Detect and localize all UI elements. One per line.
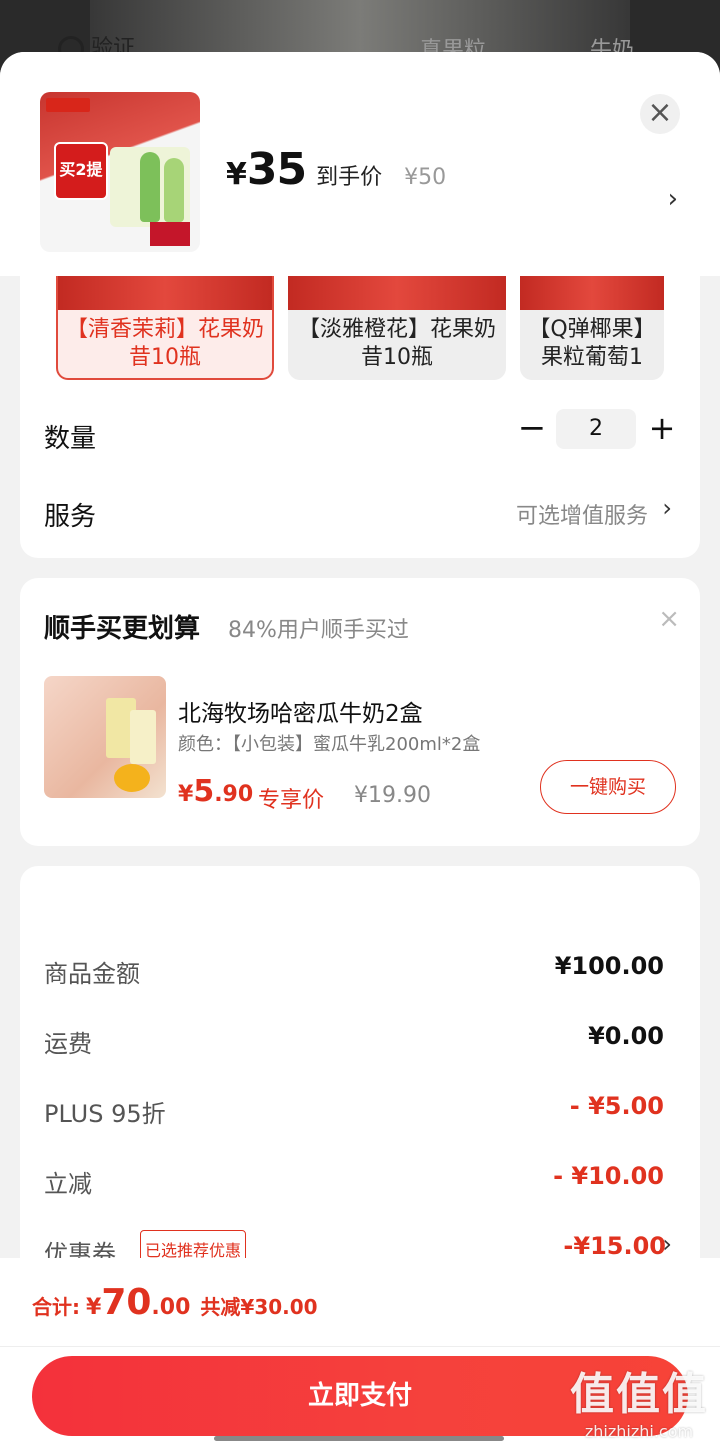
upsell-product-name[interactable]: 北海牧场哈密瓜牛奶2盒: [178, 694, 423, 728]
spec-option-label: 【Q弹椰果】果粒葡萄1: [528, 317, 656, 370]
sheet-header: 买2提 ¥ 35 到手价 ¥50 × ›: [0, 52, 720, 276]
summary-label: PLUS 95折: [44, 1100, 166, 1128]
total-currency: ¥: [86, 1295, 102, 1320]
upsell-price-tag: 专享价: [258, 788, 325, 813]
quantity-label: 数量: [44, 424, 97, 454]
summary-row-instant-discount: 立减 - ¥10.00: [44, 1160, 664, 1200]
upsell-price-integer: 5: [193, 774, 215, 809]
bottle-image: [164, 158, 184, 222]
upsell-product-spec: 颜色：【小包装】蜜瓜牛乳200ml*2盒: [178, 734, 481, 755]
spec-option-jasmine[interactable]: 【清香茉莉】花果奶昔10瓶: [56, 276, 274, 380]
spec-option-image: [520, 276, 664, 310]
spec-option-label: 【淡雅橙花】花果奶昔10瓶: [297, 317, 496, 370]
upsell-card: 顺手买更划算 84%用户顺手买过 × 北海牧场哈密瓜牛奶2盒 颜色：【小包装】蜜…: [20, 578, 700, 846]
summary-label: 立减: [44, 1170, 92, 1198]
upsell-close-button[interactable]: ×: [658, 604, 680, 634]
watermark: 值值值 zhizhizhi.com: [570, 1358, 708, 1441]
total-decimal: .00: [151, 1295, 191, 1320]
quantity-minus-button[interactable]: −: [516, 408, 548, 448]
upsell-product-image[interactable]: [44, 676, 166, 798]
summary-value: ¥0.00: [588, 1022, 664, 1050]
one-click-buy-button[interactable]: 一键购买: [540, 760, 676, 814]
gift-box-image: [150, 222, 190, 246]
summary-value: -¥15.00: [563, 1232, 666, 1260]
total-label: 合计:: [32, 1295, 80, 1319]
upsell-original-price: ¥19.90: [354, 783, 431, 808]
summary-row-shipping: 运费 ¥0.00: [44, 1020, 664, 1060]
summary-value: - ¥10.00: [553, 1162, 664, 1190]
quantity-plus-button[interactable]: +: [646, 408, 678, 448]
summary-label: 商品金额: [44, 960, 140, 988]
spec-option-coconut[interactable]: 【Q弹椰果】果粒葡萄1: [520, 276, 664, 380]
brand-logo: [46, 98, 90, 112]
price-summary: 商品金额 ¥100.00 运费 ¥0.00 PLUS 95折 - ¥5.00 立…: [20, 866, 700, 1286]
watermark-domain: zhizhizhi.com: [584, 1422, 694, 1441]
spec-option-image: [58, 276, 272, 310]
selection-summary[interactable]: ›: [226, 170, 686, 230]
order-total: 合计: ¥ 70 .00 共减¥30.00: [32, 1282, 318, 1323]
quantity-input[interactable]: 2: [556, 409, 636, 449]
service-selector[interactable]: 可选增值服务: [516, 498, 648, 530]
watermark-brand: 值值值: [570, 1369, 708, 1420]
melon-image: [114, 764, 150, 792]
bottle-image: [140, 152, 160, 222]
summary-row-plus-discount: PLUS 95折 - ¥5.00: [44, 1090, 664, 1130]
spec-card: 【清香茉莉】花果奶昔10瓶 【淡雅橙花】花果奶昔10瓶 【Q弹椰果】果粒葡萄1 …: [20, 276, 700, 558]
product-thumbnail[interactable]: 买2提: [40, 92, 200, 252]
promo-badge: 买2提: [54, 142, 108, 200]
divider: [0, 1346, 720, 1347]
home-indicator[interactable]: [214, 1436, 504, 1441]
summary-label: 运费: [44, 1030, 92, 1058]
chevron-right-icon[interactable]: ›: [662, 494, 672, 522]
close-button[interactable]: ×: [640, 94, 680, 134]
service-label: 服务: [44, 502, 97, 532]
spec-option-orange-blossom[interactable]: 【淡雅橙花】花果奶昔10瓶: [288, 276, 506, 380]
purchase-sheet: 买2提 ¥ 35 到手价 ¥50 × › 【清香茉莉】花果奶昔10瓶 【淡雅橙花…: [0, 52, 720, 1444]
chevron-right-icon[interactable]: ›: [662, 1230, 672, 1258]
milk-carton-image: [130, 710, 156, 764]
upsell-price-decimal: .90: [214, 782, 254, 807]
total-saving: 共减¥30.00: [200, 1295, 318, 1319]
chevron-right-icon: ›: [667, 184, 678, 214]
summary-value: - ¥5.00: [569, 1092, 664, 1120]
spec-option-image: [288, 276, 506, 310]
upsell-price: ¥5.90: [178, 774, 253, 809]
total-integer: 70: [101, 1282, 152, 1323]
spec-option-label: 【清香茉莉】花果奶昔10瓶: [65, 317, 264, 370]
upsell-subtitle: 84%用户顺手买过: [228, 618, 409, 643]
summary-row-subtotal: 商品金额 ¥100.00: [44, 950, 664, 990]
summary-value: ¥100.00: [554, 952, 664, 980]
upsell-title: 顺手买更划算: [44, 614, 201, 644]
upsell-price-symbol: ¥: [178, 782, 194, 807]
